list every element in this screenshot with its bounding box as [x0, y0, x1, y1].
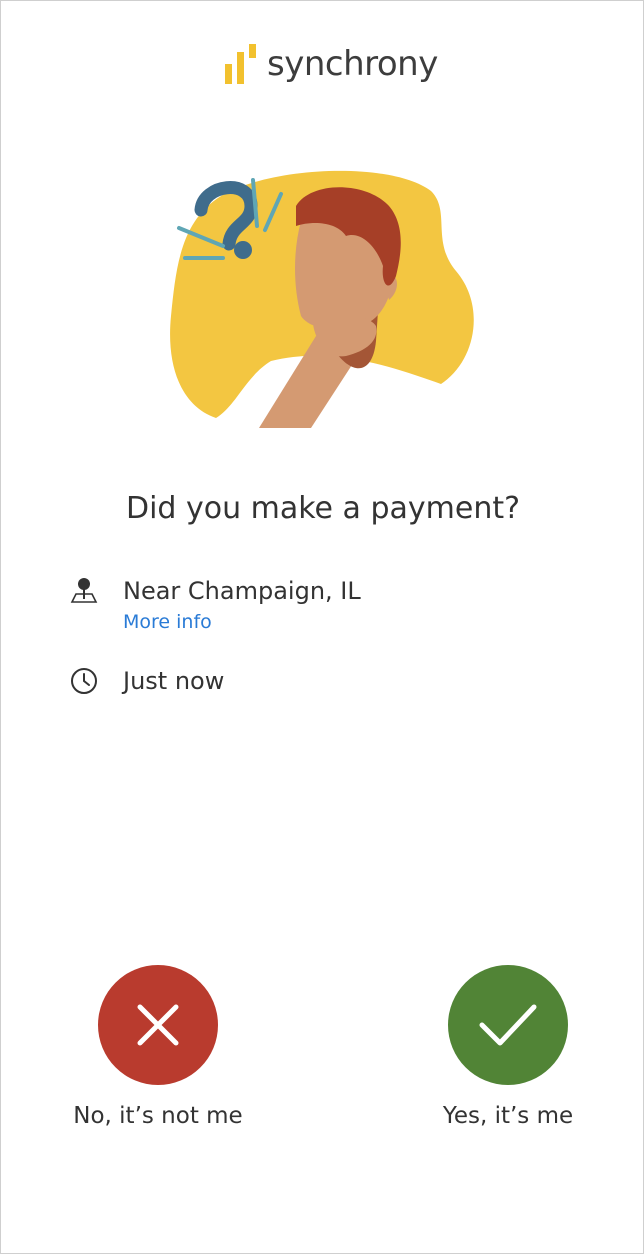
- synchrony-logo-mark-icon: [225, 44, 256, 84]
- deny-circle[interactable]: [98, 965, 218, 1085]
- time-detail: Just now: [69, 665, 224, 697]
- confirm-circle[interactable]: [448, 965, 568, 1085]
- close-icon: [137, 1004, 179, 1046]
- time-text: Just now: [123, 667, 225, 695]
- location-text: Near Champaign, IL: [123, 577, 361, 605]
- payment-question-heading: Did you make a payment?: [125, 491, 521, 526]
- location-detail: Near Champaign, IL More info: [69, 575, 361, 633]
- synchrony-logo: synchrony: [225, 41, 438, 87]
- brand-name: synchrony: [267, 44, 438, 84]
- map-pin-icon: [70, 578, 98, 603]
- more-info-link[interactable]: More info: [123, 611, 361, 633]
- yes-me-button[interactable]: Yes, it’s me: [398, 965, 618, 1129]
- location-text-group: Near Champaign, IL More info: [123, 575, 361, 633]
- clock-icon: [71, 668, 97, 694]
- not-me-button[interactable]: No, it’s not me: [48, 965, 268, 1129]
- checkmark-icon: [479, 1004, 537, 1046]
- not-me-label[interactable]: No, it’s not me: [73, 1103, 242, 1129]
- yes-me-label[interactable]: Yes, it’s me: [443, 1103, 573, 1129]
- app-screen: synchrony Did you make a payment? Near C…: [0, 0, 644, 1254]
- thinking-person-illustration: [170, 170, 474, 428]
